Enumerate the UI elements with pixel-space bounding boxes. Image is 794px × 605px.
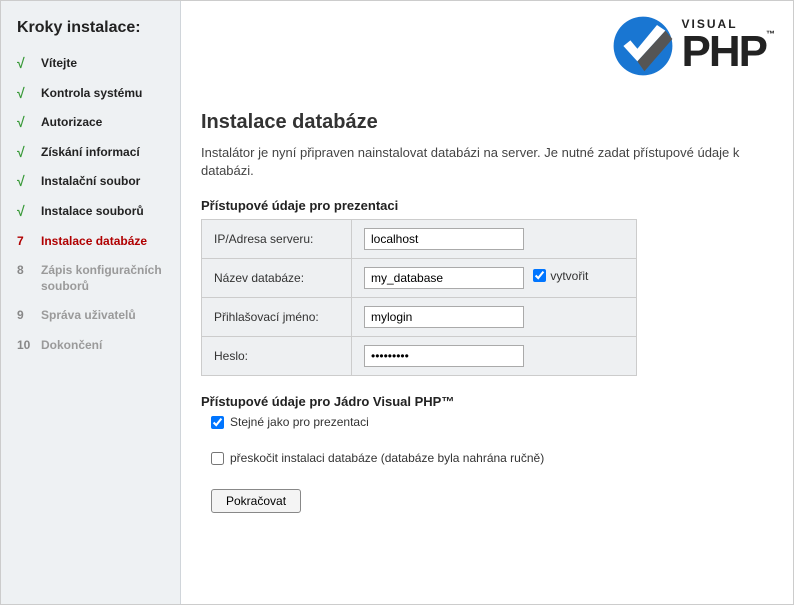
logo-php-text: PHP™ [682,30,773,74]
dbname-label: Název databáze: [202,259,352,298]
step-label: Vítejte [41,56,77,72]
same-checkbox[interactable] [211,416,224,429]
step-4: √ Získání informací [1,138,180,168]
step-label: Instalace databáze [41,234,147,250]
step-label: Získání informací [41,145,140,161]
login-label: Přihlašovací jméno: [202,298,352,337]
skip-checkbox[interactable] [211,452,224,465]
check-icon: √ [17,174,33,188]
check-icon: √ [17,115,33,129]
step-number: 10 [17,338,33,352]
step-number: 8 [17,263,33,277]
logo-mark-icon [608,11,678,81]
step-number: 7 [17,234,33,248]
step-10: 10 Dokončení [1,331,180,361]
create-label: vytvořit [550,269,588,283]
server-input[interactable] [364,228,524,250]
same-label: Stejné jako pro prezentaci [230,415,369,429]
step-8: 8 Zápis konfiguračních souborů [1,256,180,301]
steps-list: √ Vítejte √ Kontrola systému √ Autorizace √ Zís… [1,49,180,361]
sidebar: Kroky instalace: √ Vítejte √ Kontrola systé… [1,1,181,604]
step-label: Autorizace [41,115,102,131]
step-label: Správa uživatelů [41,308,136,324]
main-content: VISUAL PHP™ Instalace databáze Instaláto… [181,1,793,604]
step-3: √ Autorizace [1,108,180,138]
step-5: √ Instalační soubor [1,167,180,197]
password-input[interactable] [364,345,524,367]
check-icon: √ [17,145,33,159]
step-6: √ Instalace souborů [1,197,180,227]
step-number: 9 [17,308,33,322]
intro-text: Instalátor je nyní připraven nainstalova… [201,144,773,180]
check-icon: √ [17,86,33,100]
skip-label: přeskočit instalaci databáze (databáze b… [230,451,544,465]
step-1: √ Vítejte [1,49,180,79]
step-label: Instalace souborů [41,204,144,220]
page-title: Instalace databáze [201,111,773,134]
step-label: Kontrola systému [41,86,142,102]
check-icon: √ [17,56,33,70]
create-checkbox[interactable] [533,269,546,282]
sidebar-title: Kroky instalace: [1,11,180,49]
dbname-input[interactable] [364,267,524,289]
logo: VISUAL PHP™ [608,11,773,81]
step-label: Dokončení [41,338,102,354]
server-label: IP/Adresa serveru: [202,220,352,259]
step-2: √ Kontrola systému [1,79,180,109]
step-9: 9 Správa uživatelů [1,301,180,331]
step-label: Instalační soubor [41,174,140,190]
section2-title: Přístupové údaje pro Jádro Visual PHP™ [201,394,773,409]
step-label: Zápis konfiguračních souborů [41,263,172,294]
continue-button[interactable]: Pokračovat [211,489,301,513]
credentials-table: IP/Adresa serveru: Název databáze: vytvo… [201,219,637,376]
password-label: Heslo: [202,337,352,376]
check-icon: √ [17,204,33,218]
section1-title: Přístupové údaje pro prezentaci [201,198,773,213]
login-input[interactable] [364,306,524,328]
step-7: 7 Instalace databáze [1,227,180,257]
